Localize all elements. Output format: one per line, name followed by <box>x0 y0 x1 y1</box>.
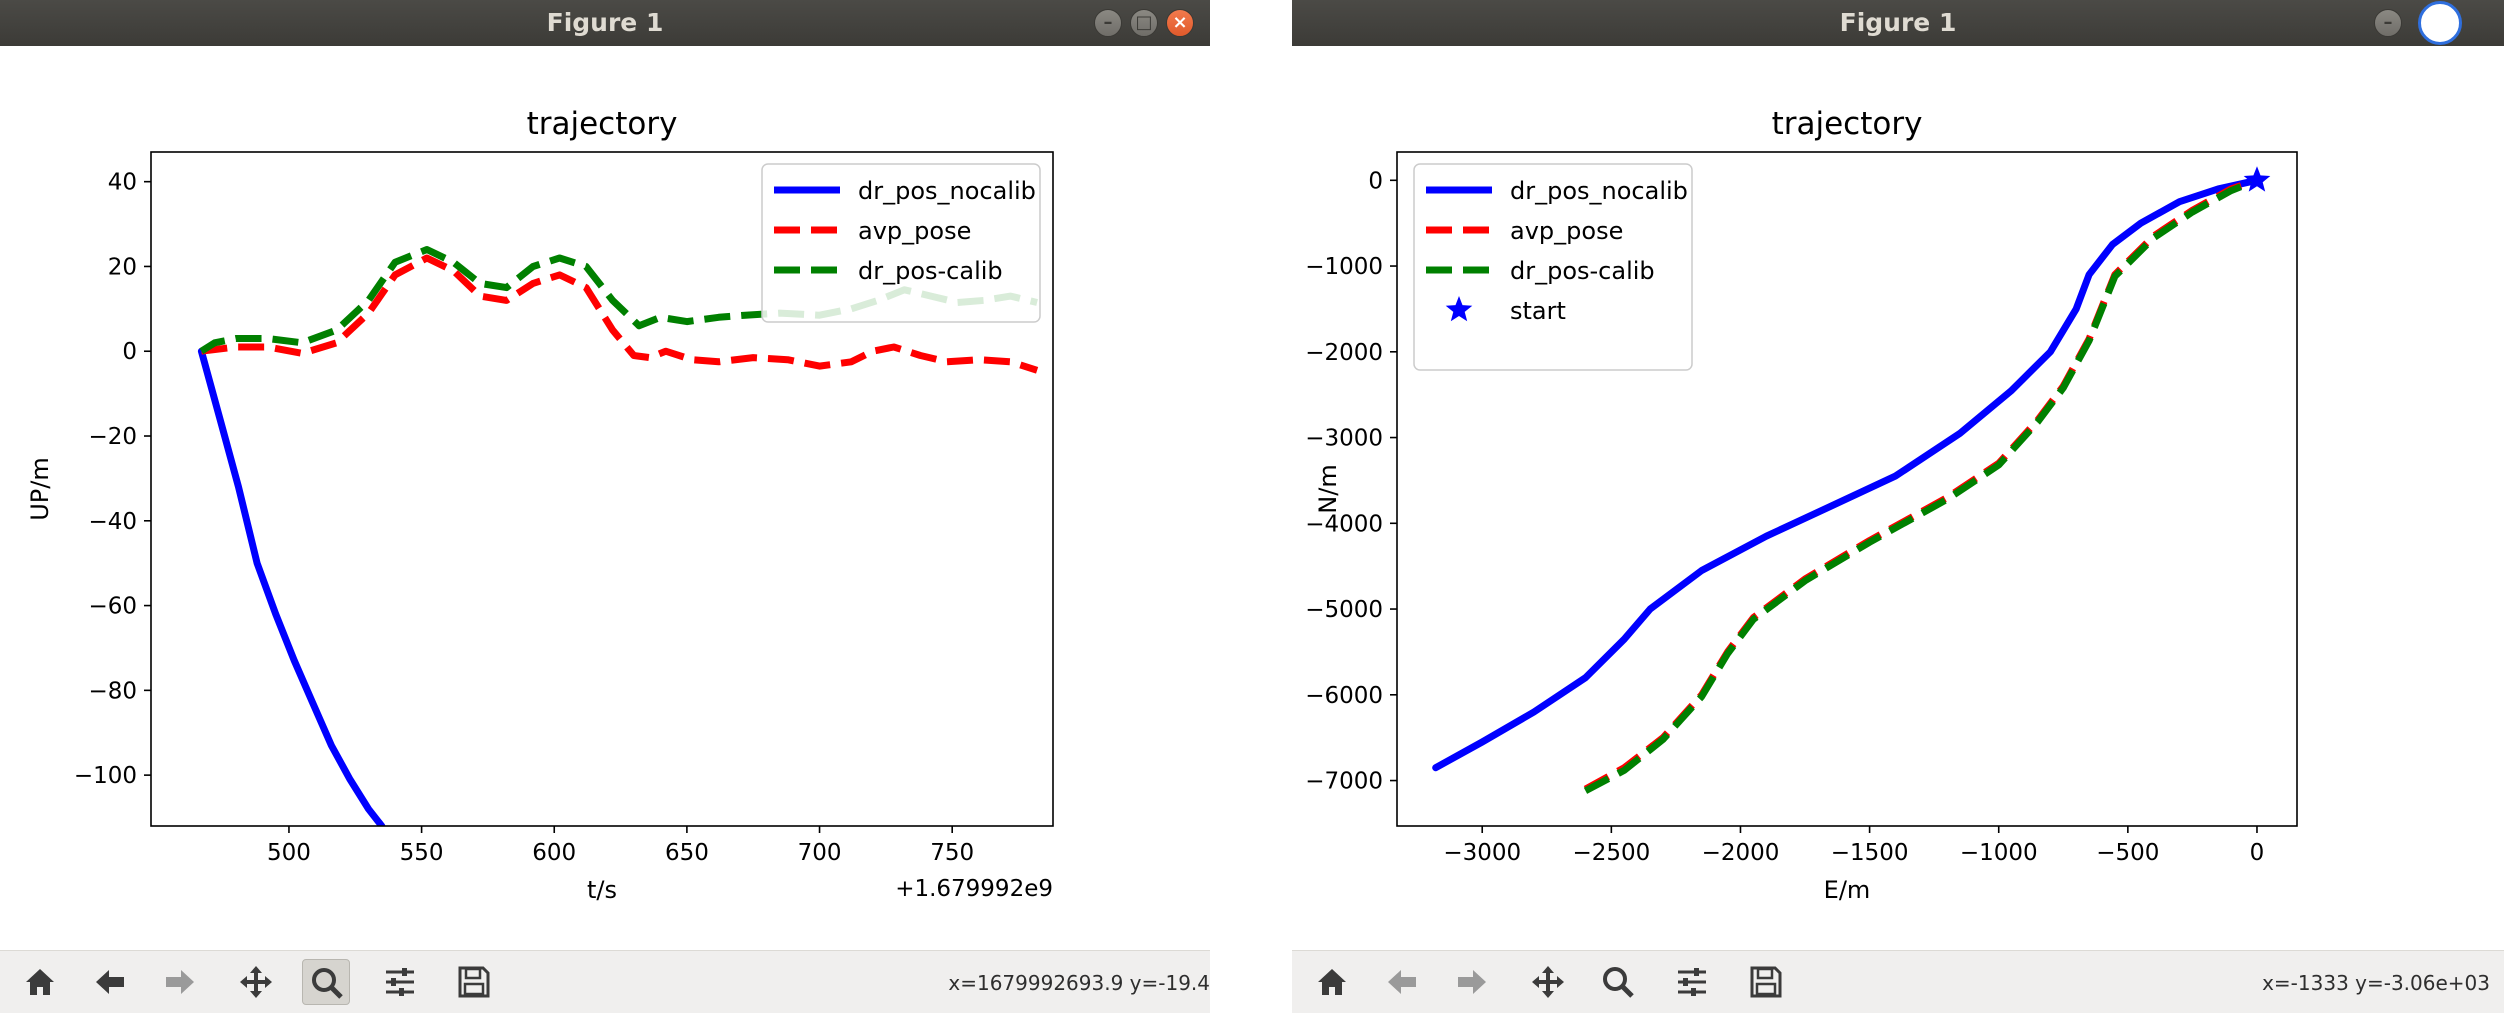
configure-subplots-icon <box>1678 968 1706 996</box>
y-tick-label: 0 <box>1368 168 1383 194</box>
zoom-button[interactable] <box>1594 959 1642 1005</box>
back-icon <box>1388 970 1416 994</box>
legend-label: dr_pos-calib <box>1510 257 1655 285</box>
y-tick-label: 40 <box>108 170 137 196</box>
chart-trajectory-time: trajectory 500 550 600 650 700 750 40 20 0 −20 −40 −… <box>26 106 1054 904</box>
save-icon <box>458 966 490 998</box>
x-tick-label: −1000 <box>1960 840 2038 866</box>
y-tick-label: −3000 <box>1305 426 1383 452</box>
minimize-button[interactable]: – <box>2374 9 2402 37</box>
back-button[interactable] <box>86 959 134 1005</box>
legend-label: start <box>1510 297 1566 325</box>
y-tick-label: −1000 <box>1305 254 1383 280</box>
y-tick-label: −80 <box>88 678 137 704</box>
pan-button[interactable] <box>232 959 280 1005</box>
window-title: Figure 1 <box>546 8 664 37</box>
legend-label: avp_pose <box>858 217 971 245</box>
y-tick-label: −6000 <box>1305 683 1383 709</box>
window-title: Figure 1 <box>1839 8 1957 37</box>
zoom-icon <box>1603 967 1634 998</box>
x-tick-label: 700 <box>798 840 842 866</box>
y-tick-label: −60 <box>88 594 137 620</box>
x-axis-label: E/m <box>1824 876 1871 904</box>
legend-label: dr_pos_nocalib <box>858 177 1036 205</box>
minimize-button[interactable]: – <box>1094 9 1122 37</box>
back-button[interactable] <box>1378 959 1426 1005</box>
y-tick-label: −40 <box>88 509 137 535</box>
maximize-button[interactable]: □ <box>1130 9 1158 37</box>
y-tick-label: −7000 <box>1305 769 1383 795</box>
save-button[interactable] <box>1742 959 1790 1005</box>
chart-title: trajectory <box>1772 106 1923 142</box>
close-button[interactable]: × <box>1166 9 1194 37</box>
maximize-button[interactable] <box>2418 1 2462 45</box>
forward-button[interactable] <box>1448 959 1496 1005</box>
x-tick-label: −1500 <box>1831 840 1909 866</box>
y-tick-label: −100 <box>74 763 137 789</box>
x-tick-label: 750 <box>930 840 974 866</box>
y-tick-label: −20 <box>88 424 137 450</box>
chart-title: trajectory <box>527 106 678 142</box>
cursor-coordinates: x=-1333 y=-3.06e+03 <box>2262 971 2490 995</box>
y-tick-label: −2000 <box>1305 340 1383 366</box>
pan-icon <box>1532 966 1564 998</box>
configure-subplots-button[interactable] <box>1668 959 1716 1005</box>
home-icon <box>26 969 54 995</box>
y-tick-label: −4000 <box>1305 511 1383 537</box>
forward-icon <box>1458 970 1486 994</box>
title-bar[interactable]: Figure 1 – <box>1292 0 2504 46</box>
x-tick-label: −500 <box>2096 840 2159 866</box>
desktop-gap <box>1210 0 1292 1012</box>
title-bar[interactable]: Figure 1 – □ × <box>0 0 1210 46</box>
y-tick-label: −5000 <box>1305 597 1383 623</box>
y-tick-label: 0 <box>122 339 137 365</box>
x-tick-label: −2000 <box>1702 840 1780 866</box>
configure-subplots-icon <box>386 968 414 996</box>
x-tick-label: 550 <box>400 840 444 866</box>
zoom-icon <box>312 968 343 999</box>
configure-subplots-button[interactable] <box>376 959 424 1005</box>
legend-label: avp_pose <box>1510 217 1623 245</box>
forward-button[interactable] <box>156 959 204 1005</box>
zoom-button[interactable] <box>302 959 350 1005</box>
save-button[interactable] <box>450 959 498 1005</box>
forward-icon <box>166 970 194 994</box>
pan-button[interactable] <box>1524 959 1572 1005</box>
cursor-coordinates: x=1679992693.9 y=-19.4 <box>948 971 1210 995</box>
figure-window-right: Figure 1 – trajectory −3000 −2500 −2000 −150… <box>1292 0 2504 1013</box>
series-line-dr_pos_nocalib <box>197 347 386 826</box>
legend-label: dr_pos-calib <box>858 257 1003 285</box>
x-tick-label: −2500 <box>1572 840 1650 866</box>
navigation-toolbar: x=-1333 y=-3.06e+03 <box>1292 950 2504 1013</box>
y-tick-label: 20 <box>108 254 137 280</box>
home-icon <box>1318 969 1346 995</box>
x-tick-label: 0 <box>2250 840 2265 866</box>
legend-label: dr_pos_nocalib <box>1510 177 1688 205</box>
save-icon <box>1750 966 1782 998</box>
figure-canvas[interactable]: trajectory −3000 −2500 −2000 −1500 −1000 −500 0… <box>1292 46 2504 950</box>
x-offset-text: +1.679992e9 <box>895 876 1053 902</box>
y-axis-label: N/m <box>1314 464 1342 513</box>
home-button[interactable] <box>16 959 64 1005</box>
chart-trajectory-map: trajectory−3000 −2500 −2000 −1500 −1000 −500 0… <box>1305 106 2298 904</box>
y-axis-label: UP/m <box>26 457 54 521</box>
x-tick-label: −3000 <box>1443 840 1521 866</box>
pan-icon <box>240 966 272 998</box>
x-tick-label: 600 <box>532 840 576 866</box>
navigation-toolbar: x=1679992693.9 y=-19.4 <box>0 950 1210 1013</box>
home-button[interactable] <box>1308 959 1356 1005</box>
figure-canvas[interactable]: trajectory 500 550 600 650 700 750 40 20 0 −20 −40 −… <box>0 46 1210 950</box>
x-tick-label: 500 <box>267 840 311 866</box>
start-marker <box>2243 166 2271 192</box>
x-tick-label: 650 <box>665 840 709 866</box>
back-icon <box>96 970 124 994</box>
x-axis-label: t/s <box>587 876 617 904</box>
figure-window-left: Figure 1 – □ × trajectory 500 550 600 650 700… <box>0 0 1210 1013</box>
